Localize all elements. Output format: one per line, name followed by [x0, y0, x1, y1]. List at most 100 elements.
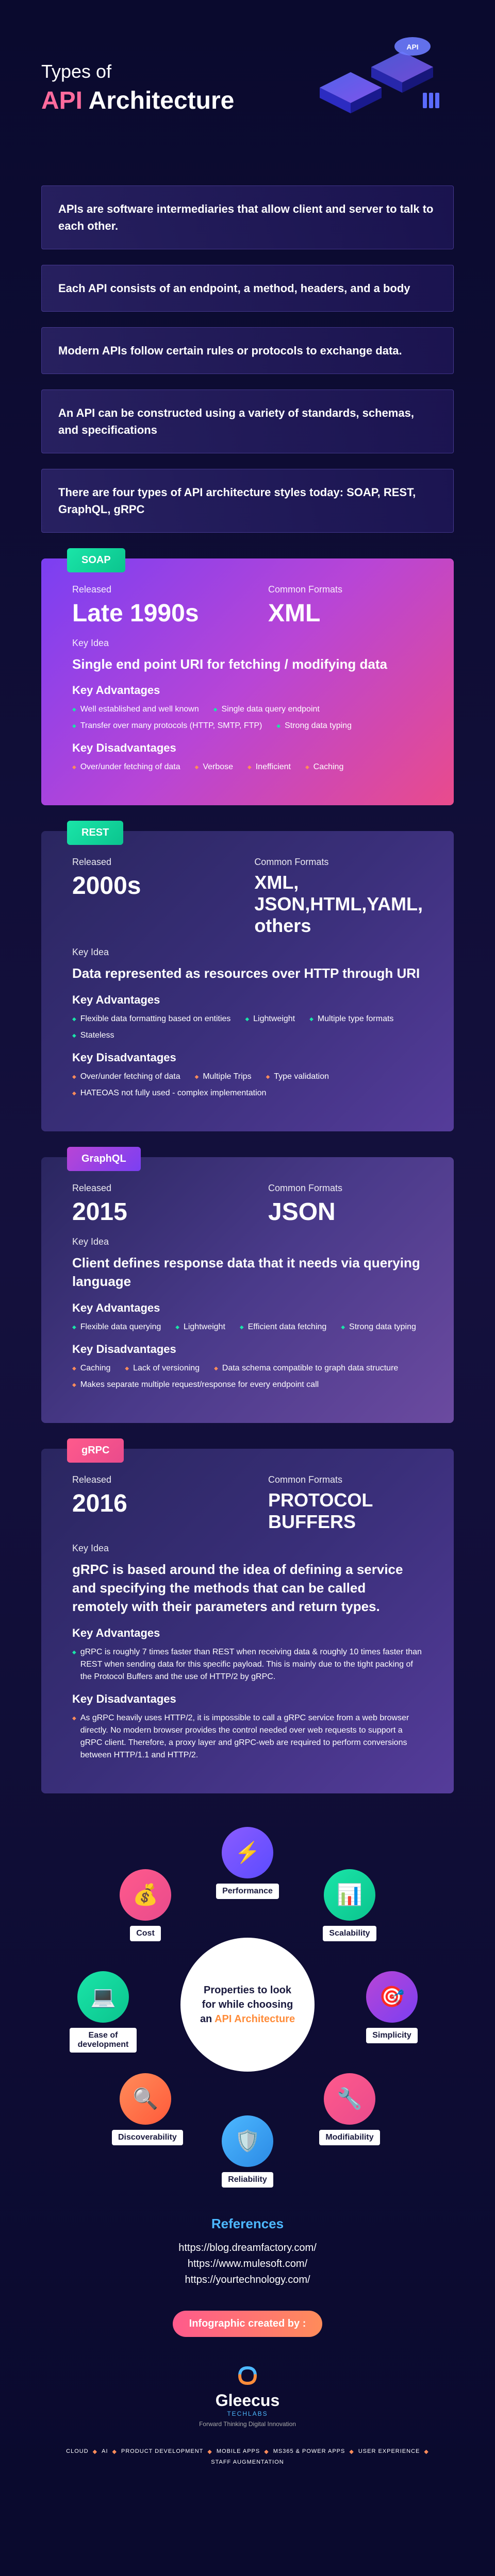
advantages-heading: Key Advantages — [72, 993, 423, 1007]
separator-icon: ◆ — [264, 2448, 269, 2455]
key-idea-text: Client defines response data that it nee… — [72, 1253, 423, 1291]
key-idea-label: Key Idea — [72, 1236, 423, 1247]
formats-label: Common Formats — [268, 584, 423, 595]
disadvantage-bullet: Data schema compatible to graph data str… — [214, 1362, 398, 1375]
advantage-bullet: Lightweight — [245, 1013, 295, 1025]
footer-tag: PRODUCT DEVELOPMENT — [121, 2448, 203, 2455]
key-idea-text: Data represented as resources over HTTP … — [72, 964, 423, 982]
key-idea-label: Key Idea — [72, 1543, 423, 1554]
advantage-bullet: Multiple type formats — [309, 1013, 393, 1025]
title-main: Architecture — [89, 87, 235, 114]
key-idea-label: Key Idea — [72, 947, 423, 958]
released-value: Late 1990s — [72, 599, 227, 628]
separator-icon: ◆ — [424, 2448, 428, 2455]
arch-tag: GraphQL — [67, 1147, 141, 1171]
arch-tag: SOAP — [67, 548, 125, 572]
intro-box: APIs are software intermediaries that al… — [41, 185, 454, 249]
key-idea-text: Single end point URI for fetching / modi… — [72, 655, 423, 673]
property-label: Scalability — [323, 1926, 376, 1941]
footer-tag: USER EXPERIENCE — [358, 2448, 420, 2455]
property-icon: 🎯 — [366, 1971, 418, 2023]
property-icon: 📊 — [324, 1869, 375, 1921]
title-big: API Architecture — [41, 87, 234, 115]
reference-link: https://blog.dreamfactory.com/ — [41, 2242, 454, 2254]
property-node: 💰 Cost — [112, 1869, 179, 1941]
arch-card-grpc: gRPC Released 2016 Common Formats PROTOC… — [41, 1449, 454, 1793]
advantage-bullet: Well established and well known — [72, 703, 199, 716]
intro-box: There are four types of API architecture… — [41, 469, 454, 533]
advantage-bullet: Flexible data formatting based on entiti… — [72, 1013, 230, 1025]
formats-value: XML, JSON,HTML,YAML, others — [254, 872, 423, 937]
disadvantage-bullet: Caching — [72, 1362, 110, 1375]
formats-value: XML — [268, 599, 423, 628]
arch-card-graphql: GraphQL Released 2015 Common Formats JSO… — [41, 1157, 454, 1423]
separator-icon: ◆ — [207, 2448, 212, 2455]
intro-box: An API can be constructed using a variet… — [41, 389, 454, 453]
advantage-bullet: Single data query endpoint — [213, 703, 320, 716]
arch-tag: REST — [67, 821, 123, 845]
property-icon: 💻 — [77, 1971, 129, 2023]
formats-value: PROTOCOL BUFFERS — [268, 1489, 423, 1533]
property-label: Modifiability — [319, 2130, 380, 2145]
disadvantage-bullet: Makes separate multiple request/response… — [72, 1379, 423, 1391]
key-idea-text: gRPC is based around the idea of definin… — [72, 1560, 423, 1616]
advantage-bullet: Flexible data querying — [72, 1321, 161, 1333]
logo-sub: TECHLABS — [41, 2410, 454, 2417]
properties-diagram: Properties to look for while choosing an… — [67, 1824, 428, 2185]
property-icon: 💰 — [120, 1869, 171, 1921]
formats-label: Common Formats — [268, 1183, 423, 1194]
released-label: Released — [72, 1475, 227, 1485]
property-node: ⚡ Performance — [214, 1827, 281, 1899]
arch-card-rest: REST Released 2000s Common Formats XML, … — [41, 831, 454, 1131]
property-node: 📊 Scalability — [316, 1869, 383, 1941]
separator-icon: ◆ — [112, 2448, 117, 2455]
advantages-heading: Key Advantages — [72, 684, 423, 697]
logo-icon — [232, 2363, 263, 2388]
disadvantage-bullet: Over/under fetching of data — [72, 761, 180, 773]
footer-tag: MS365 & POWER APPS — [273, 2448, 345, 2455]
advantages-heading: Key Advantages — [72, 1301, 423, 1315]
property-icon: 🔍 — [120, 2073, 171, 2125]
logo-tagline: Forward Thinking Digital Innovation — [41, 2420, 454, 2428]
header: Types of API Architecture API — [41, 31, 454, 144]
logo-name: Gleecus — [41, 2391, 454, 2410]
intro-box: Modern APIs follow certain rules or prot… — [41, 327, 454, 374]
property-node: 🛡️ Reliability — [214, 2115, 281, 2188]
disadvantage-bullet: Inefficient — [248, 761, 291, 773]
formats-value: JSON — [268, 1198, 423, 1226]
created-by-badge: Infographic created by : — [173, 2311, 323, 2337]
property-label: Discoverability — [112, 2130, 183, 2145]
title-accent: API — [41, 87, 89, 114]
hero-illustration: API — [289, 31, 454, 144]
property-icon: 🛡️ — [222, 2115, 273, 2167]
disadvantage-bullet: Lack of versioning — [125, 1362, 200, 1375]
disadvantages-heading: Key Disadvantages — [72, 741, 423, 755]
reference-link: https://www.mulesoft.com/ — [41, 2258, 454, 2270]
disadvantage-bullet: As gRPC heavily uses HTTP/2, it is impos… — [72, 1712, 423, 1761]
disadvantage-bullet: Verbose — [195, 761, 233, 773]
property-label: Reliability — [222, 2172, 273, 2188]
released-label: Released — [72, 1183, 227, 1194]
separator-icon: ◆ — [349, 2448, 354, 2455]
reference-link: https://yourtechnology.com/ — [41, 2274, 454, 2286]
property-label: Simplicity — [366, 2028, 418, 2043]
disadvantage-bullet: Multiple Trips — [195, 1071, 252, 1083]
disadvantage-bullet: Type validation — [266, 1071, 329, 1083]
arch-tag: gRPC — [67, 1438, 124, 1463]
disadvantages-heading: Key Disadvantages — [72, 1692, 423, 1706]
references: References https://blog.dreamfactory.com… — [41, 2216, 454, 2465]
footer-tag: AI — [102, 2448, 108, 2455]
footer-tags: CLOUD◆AI◆PRODUCT DEVELOPMENT◆MOBILE APPS… — [41, 2448, 454, 2465]
separator-icon: ◆ — [93, 2448, 97, 2455]
property-node: 🔧 Modifiability — [316, 2073, 383, 2145]
released-value: 2016 — [72, 1489, 227, 1518]
formats-label: Common Formats — [254, 857, 423, 868]
released-label: Released — [72, 584, 227, 595]
arch-card-soap: SOAP Released Late 1990s Common Formats … — [41, 558, 454, 805]
advantage-bullet: Efficient data fetching — [240, 1321, 326, 1333]
released-value: 2000s — [72, 872, 213, 900]
footer-tag: MOBILE APPS — [217, 2448, 260, 2455]
property-node: 🎯 Simplicity — [358, 1971, 425, 2043]
title-block: Types of API Architecture — [41, 61, 234, 115]
advantage-bullet: Transfer over many protocols (HTTP, SMTP… — [72, 720, 262, 732]
